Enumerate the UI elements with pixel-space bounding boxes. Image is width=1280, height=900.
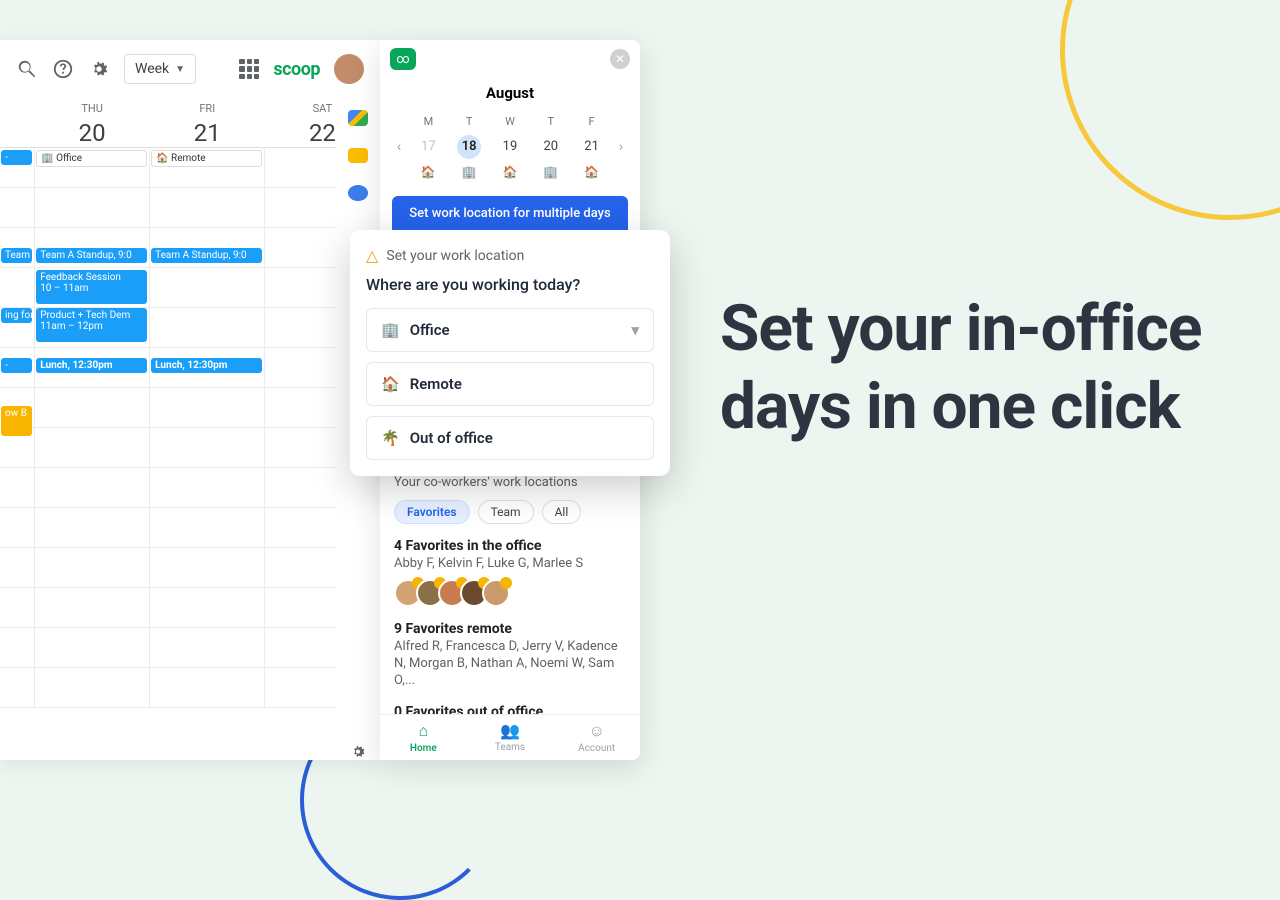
user-avatar[interactable] <box>334 54 364 84</box>
popover-header: Set your work location <box>386 248 524 264</box>
date-20[interactable]: 20 <box>530 134 571 159</box>
bottom-nav: ⌂Home 👥Teams ☺Account <box>380 714 640 760</box>
loc-ico-18: 🏢 <box>449 162 490 182</box>
avatar[interactable] <box>482 579 510 607</box>
event-standup-a[interactable]: Team A Standup, 9:0 <box>1 248 32 263</box>
keep-rail-icon[interactable] <box>348 148 368 164</box>
home-icon: ⌂ <box>380 721 467 741</box>
rail-gear-icon[interactable] <box>347 743 369 760</box>
view-dropdown-label: Week <box>135 61 169 77</box>
event-prodtech[interactable]: Product + Tech Dem11am – 12pm <box>36 308 147 342</box>
decorative-arc-yellow <box>1060 0 1280 220</box>
tab-all[interactable]: All <box>542 500 582 524</box>
loc-ico-19: 🏠 <box>490 162 531 182</box>
date-19[interactable]: 19 <box>490 134 531 159</box>
search-icon[interactable] <box>16 58 38 80</box>
calendar-card: Week ▼ scoop THU20 FRI21 SAT22 - 🏢 Offic… <box>0 40 380 760</box>
day-num-21: 21 <box>150 119 265 147</box>
month-label: August <box>380 78 640 112</box>
wd-th: T <box>530 112 571 131</box>
gear-icon[interactable] <box>88 58 110 80</box>
work-location-popover: △ Set your work location Where are you w… <box>350 230 670 476</box>
favorites-office-header: 4 Favorites in the office <box>394 538 626 554</box>
chevron-down-icon: ▼ <box>175 64 185 75</box>
day-name-thu: THU <box>35 102 150 115</box>
option-ooo-label: Out of office <box>410 429 493 447</box>
palm-icon: 🌴 <box>381 429 400 447</box>
warning-icon: △ <box>366 246 378 265</box>
hero-headline-block: Set your in-office days in one click <box>720 290 1250 446</box>
chevron-down-icon: ▾ <box>631 321 639 339</box>
event-partial-2[interactable]: - <box>1 358 32 373</box>
loc-ico-17: 🏠 <box>408 162 449 182</box>
event-remote[interactable]: 🏠 Remote <box>151 150 262 167</box>
scoop-badge-icon: ∞ <box>390 48 416 70</box>
wd-t: T <box>449 112 490 131</box>
prev-week-arrow[interactable]: ‹ <box>390 139 408 155</box>
favorites-office-sub: Abby F, Kelvin F, Luke G, Marlee S <box>394 556 626 573</box>
event-partial[interactable]: - <box>1 150 32 165</box>
set-multiple-days-button[interactable]: Set work location for multiple days <box>392 196 628 231</box>
option-remote-label: Remote <box>410 375 462 393</box>
event-feedback[interactable]: Feedback Session10 – 11am <box>36 270 147 304</box>
event-lunch-a[interactable]: Lunch, 12:30pm <box>36 358 147 373</box>
teams-icon: 👥 <box>467 721 554 740</box>
date-21[interactable]: 21 <box>571 134 612 159</box>
wd-m: M <box>408 112 449 131</box>
nav-home[interactable]: ⌂Home <box>380 721 467 754</box>
apps-grid-icon[interactable] <box>239 59 259 79</box>
wd-w: W <box>490 112 531 131</box>
scoop-logo: scoop <box>273 59 320 80</box>
view-dropdown[interactable]: Week ▼ <box>124 54 196 84</box>
nav-account[interactable]: ☺Account <box>553 721 640 754</box>
account-icon: ☺ <box>553 721 640 741</box>
favorites-remote-header: 9 Favorites remote <box>394 621 626 637</box>
home-icon: 🏠 <box>381 375 400 393</box>
option-office-label: Office <box>410 321 450 339</box>
day-num-20: 20 <box>35 119 150 147</box>
gcal-rail-icon[interactable] <box>348 110 368 126</box>
favorites-avatars <box>394 579 626 607</box>
event-standup-b[interactable]: Team A Standup, 9:0 <box>36 248 147 263</box>
event-standup-c[interactable]: Team A Standup, 9:0 <box>151 248 262 263</box>
next-week-arrow[interactable]: › <box>612 139 630 155</box>
option-office[interactable]: 🏢 Office ▾ <box>366 308 654 352</box>
event-lunch-b[interactable]: Lunch, 12:30pm <box>151 358 262 373</box>
loc-ico-20: 🏢 <box>530 162 571 182</box>
favorites-remote-sub: Alfred R, Francesca D, Jerry V, Kadence … <box>394 639 626 690</box>
tasks-rail-icon[interactable] <box>348 185 368 201</box>
close-icon[interactable]: ✕ <box>610 49 630 69</box>
coworkers-label: Your co-workers' work locations <box>394 475 626 490</box>
popover-question: Where are you working today? <box>366 275 654 294</box>
nav-teams[interactable]: 👥Teams <box>467 721 554 754</box>
date-18[interactable]: 18 <box>457 135 481 159</box>
wd-f: F <box>571 112 612 131</box>
office-icon: 🏢 <box>381 321 400 339</box>
date-17[interactable]: 17 <box>408 134 449 159</box>
loc-ico-21: 🏠 <box>571 162 612 182</box>
event-scoping[interactable]: ing for P <box>1 308 32 323</box>
help-icon[interactable] <box>52 58 74 80</box>
tab-favorites[interactable]: Favorites <box>394 500 470 524</box>
option-ooo[interactable]: 🌴 Out of office <box>366 416 654 460</box>
event-office[interactable]: 🏢 Office <box>36 150 147 167</box>
tab-team[interactable]: Team <box>478 500 534 524</box>
day-name-fri: FRI <box>150 102 265 115</box>
option-remote[interactable]: 🏠 Remote <box>366 362 654 406</box>
hero-headline: Set your in-office days in one click <box>720 290 1250 446</box>
